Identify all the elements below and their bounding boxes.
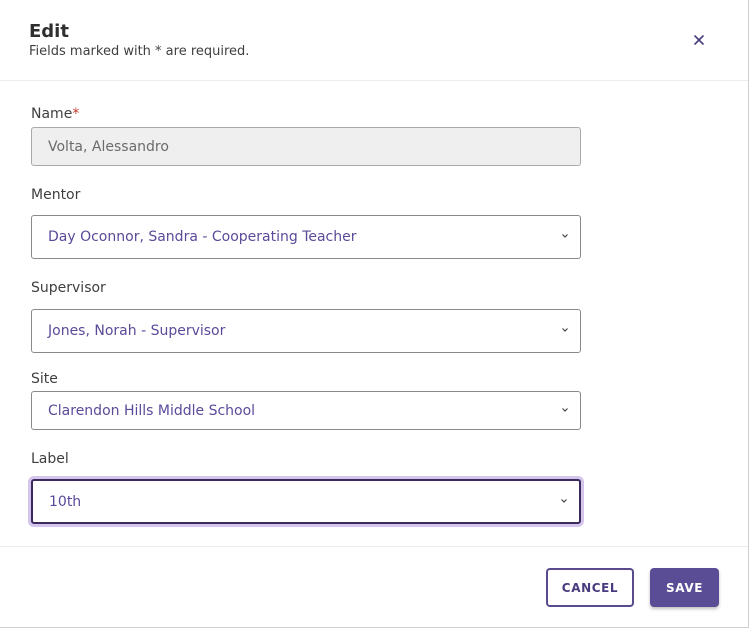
footer-divider [0, 546, 748, 547]
required-marker: * [72, 106, 80, 122]
supervisor-label: Supervisor [31, 280, 106, 296]
label-label: Label [31, 451, 69, 467]
supervisor-value: Jones, Norah - Supervisor [48, 323, 226, 339]
label-select[interactable]: 10th [31, 479, 581, 524]
dialog-subtitle: Fields marked with * are required. [29, 44, 250, 59]
mentor-value: Day Oconnor, Sandra - Cooperating Teache… [48, 229, 357, 245]
name-label: Name* [31, 106, 79, 122]
site-value: Clarendon Hills Middle School [48, 402, 256, 419]
supervisor-select[interactable]: Jones, Norah - Supervisor [31, 309, 581, 353]
close-icon [694, 35, 704, 45]
chevron-down-icon [562, 328, 568, 332]
mentor-select[interactable]: Day Oconnor, Sandra - Cooperating Teache… [31, 215, 581, 259]
dialog-header: Edit Fields marked with * are required. [0, 0, 748, 81]
close-button[interactable] [686, 27, 712, 53]
mentor-label: Mentor [31, 187, 81, 203]
label-value: 10th [49, 493, 82, 510]
name-label-text: Name [31, 106, 73, 122]
save-button[interactable]: SAVE [650, 568, 719, 607]
cancel-button[interactable]: CANCEL [546, 568, 634, 607]
site-select[interactable]: Clarendon Hills Middle School [31, 391, 581, 430]
site-label: Site [31, 371, 58, 387]
chevron-down-icon [562, 407, 568, 412]
edit-dialog: Edit Fields marked with * are required. … [0, 0, 749, 628]
name-field: Volta, Alessandro [31, 127, 581, 166]
name-value: Volta, Alessandro [48, 138, 169, 155]
chevron-down-icon [562, 234, 568, 238]
dialog-title: Edit [29, 21, 69, 42]
chevron-down-icon [561, 498, 567, 503]
